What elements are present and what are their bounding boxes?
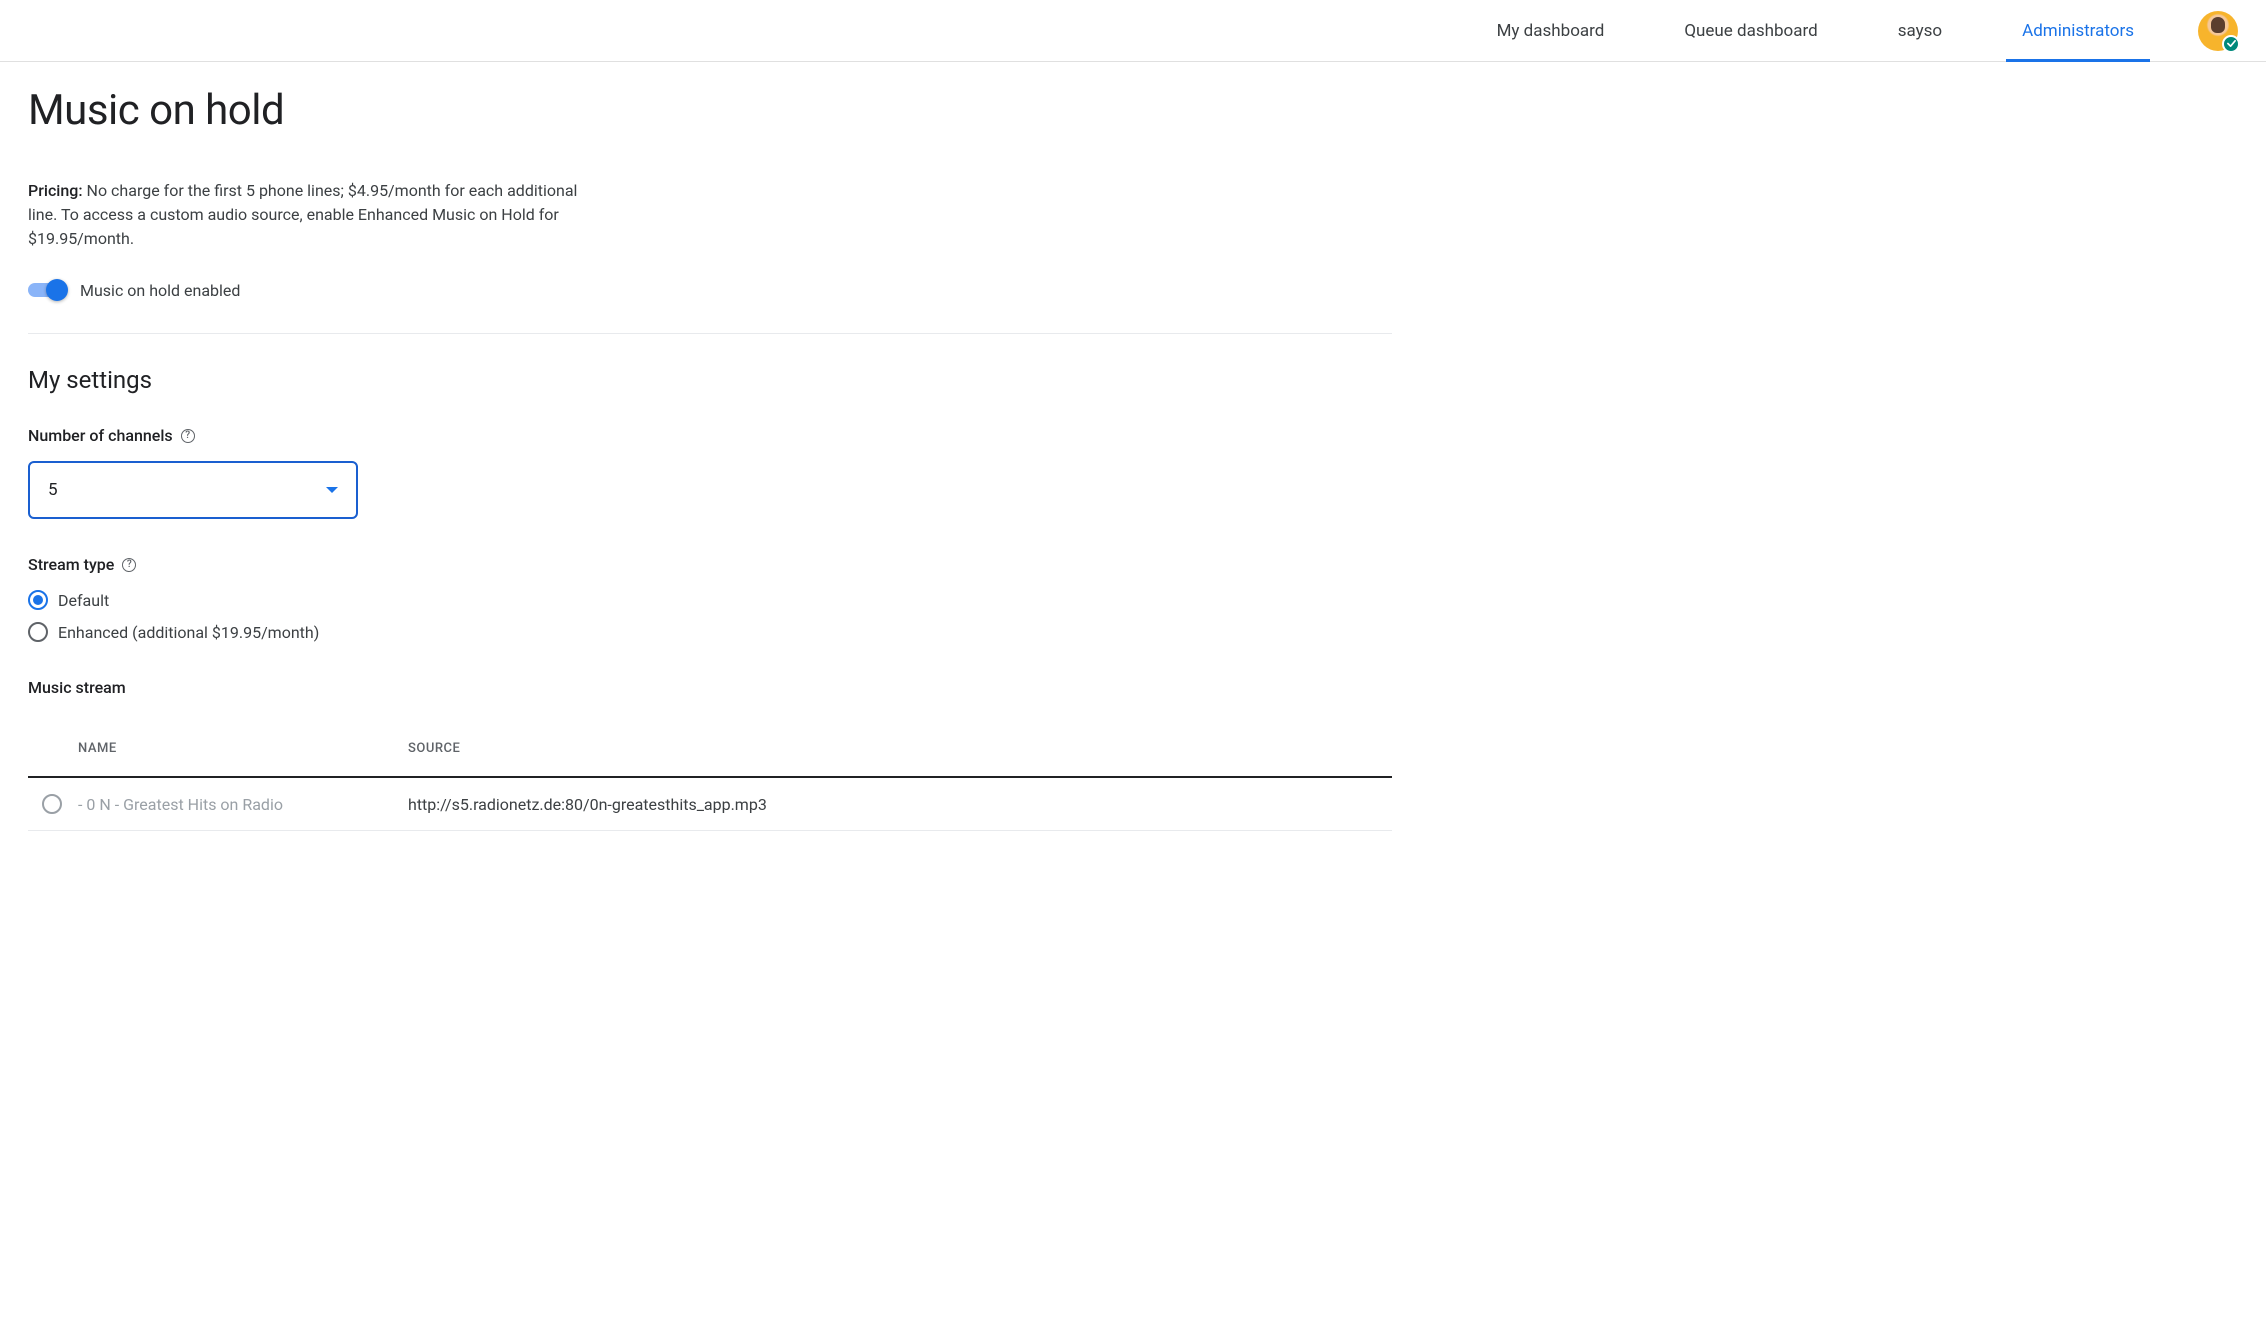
radio-icon [28,590,48,610]
page-content: Music on hold Pricing: No charge for the… [0,62,1420,891]
pricing-detail: No charge for the first 5 phone lines; $… [28,181,577,248]
help-icon[interactable]: ? [122,558,136,572]
pricing-text: Pricing: No charge for the first 5 phone… [28,179,588,251]
col-name-header: NAME [78,741,408,756]
radio-icon[interactable] [42,794,62,814]
music-stream-table: NAME SOURCE - 0 N - Greatest Hits on Rad… [28,721,1392,831]
channels-field: Number of channels ? 5 [28,426,1392,519]
top-header: My dashboard Queue dashboard sayso Admin… [0,0,2266,62]
tab-sayso[interactable]: sayso [1858,0,1982,61]
moh-toggle-label: Music on hold enabled [80,281,240,300]
page-title: Music on hold [28,86,1392,135]
radio-default[interactable]: Default [28,590,1392,610]
tab-administrators[interactable]: Administrators [1982,0,2174,61]
music-stream-label-text: Music stream [28,678,126,697]
col-source-header: SOURCE [408,741,1378,756]
stream-name: - 0 N - Greatest Hits on Radio [78,795,408,814]
channels-select[interactable]: 5 [28,461,358,519]
section-divider [28,333,1392,334]
nav-tabs: My dashboard Queue dashboard sayso Admin… [1457,0,2174,61]
music-stream-field: Music stream NAME SOURCE - 0 N - Greates… [28,678,1392,831]
stream-type-label-text: Stream type [28,555,114,574]
my-settings-title: My settings [28,366,1392,394]
channels-label-text: Number of channels [28,426,173,445]
tab-queue-dashboard[interactable]: Queue dashboard [1644,0,1857,61]
presence-badge-icon [2222,35,2240,53]
stream-type-label: Stream type ? [28,555,1392,574]
radio-icon [28,622,48,642]
chevron-down-icon [326,487,338,493]
tab-my-dashboard[interactable]: My dashboard [1457,0,1645,61]
channels-label: Number of channels ? [28,426,1392,445]
moh-toggle-row: Music on hold enabled [28,279,1392,301]
radio-default-label: Default [58,591,109,610]
radio-enhanced[interactable]: Enhanced (additional $19.95/month) [28,622,1392,642]
stream-source: http://s5.radionetz.de:80/0n-greatesthit… [408,795,1378,814]
table-row[interactable]: - 0 N - Greatest Hits on Radio http://s5… [28,778,1392,831]
user-avatar[interactable] [2198,11,2238,51]
pricing-label: Pricing: [28,181,83,200]
help-icon[interactable]: ? [181,429,195,443]
table-header: NAME SOURCE [28,721,1392,778]
stream-type-field: Stream type ? Default Enhanced (addition… [28,555,1392,642]
moh-toggle[interactable] [28,279,68,301]
music-stream-label: Music stream [28,678,1392,697]
channels-value: 5 [48,480,58,500]
radio-enhanced-label: Enhanced (additional $19.95/month) [58,623,319,642]
